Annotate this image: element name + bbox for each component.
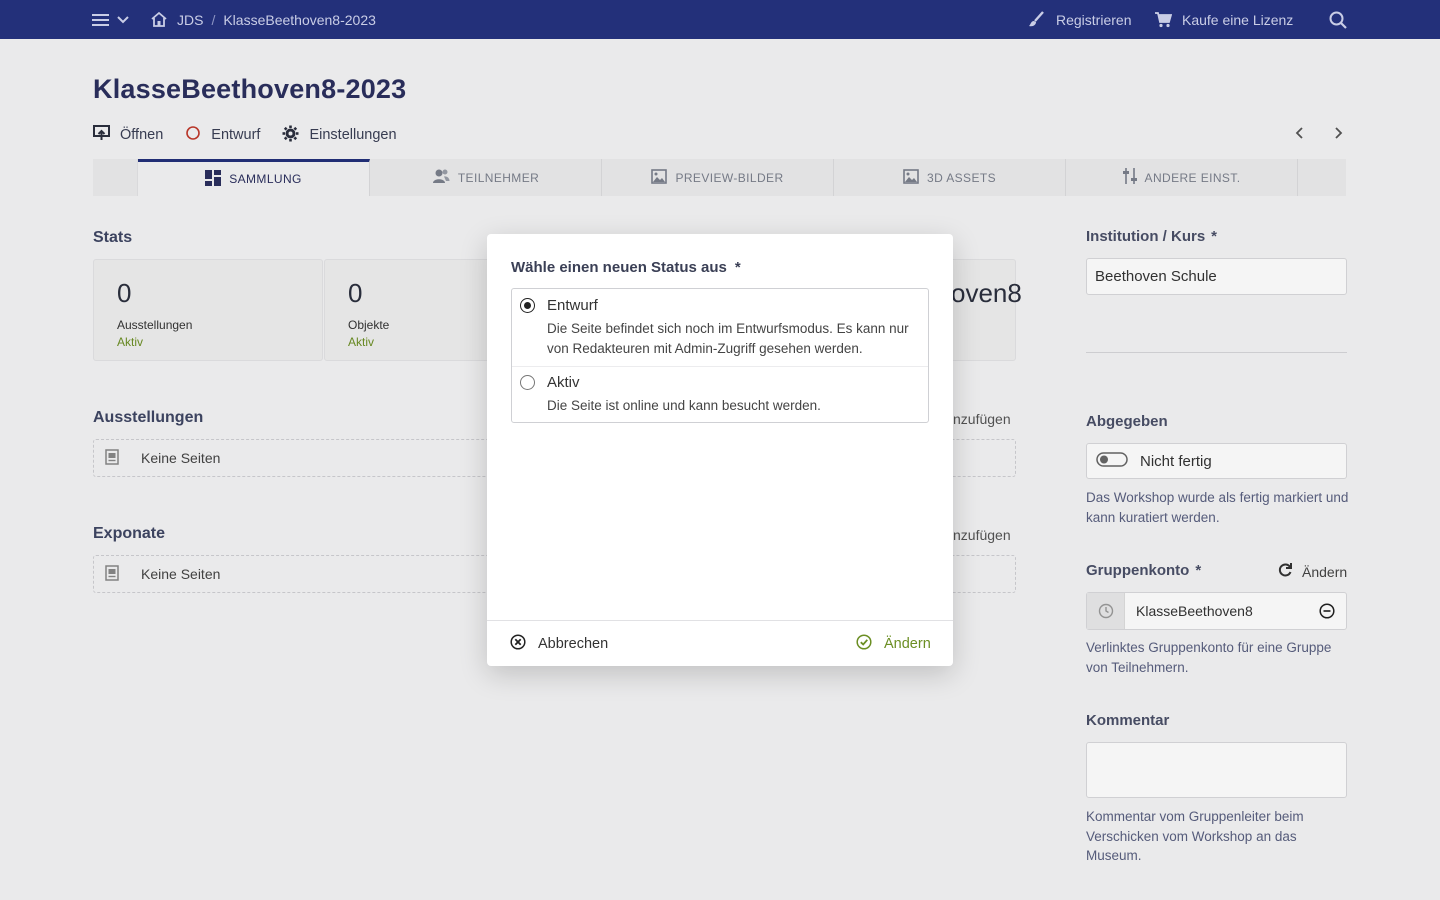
status-dialog: Wähle einen neuen Status aus * Entwurf Di…: [487, 234, 953, 666]
option-description: Die Seite befindet sich noch im Entwurfs…: [547, 321, 909, 356]
license-label: Kaufe eine Lizenz: [1182, 11, 1294, 28]
breadcrumb-separator: /: [211, 11, 216, 28]
breadcrumb-item-jds[interactable]: JDS: [177, 12, 203, 28]
radio-button[interactable]: [520, 298, 535, 313]
confirm-button[interactable]: Ändern: [856, 621, 931, 667]
option-description: Die Seite ist online und kann besucht we…: [547, 398, 821, 413]
top-navigation-bar: JDS / KlasseBeethoven8-2023 Registrieren…: [0, 0, 1440, 39]
cancel-circle-icon: [510, 634, 538, 654]
status-radio-group: Entwurf Die Seite befindet sich noch im …: [511, 288, 929, 423]
confirm-label: Ändern: [884, 636, 931, 652]
option-label: Entwurf: [547, 297, 598, 314]
status-option-entwurf[interactable]: Entwurf Die Seite befindet sich noch im …: [512, 289, 928, 366]
search-icon: [1329, 11, 1347, 29]
status-option-aktiv[interactable]: Aktiv Die Seite ist online und kann besu…: [512, 366, 928, 422]
buy-license-link[interactable]: Kaufe eine Lizenz: [1154, 0, 1293, 39]
radio-button[interactable]: [520, 375, 535, 390]
home-icon[interactable]: [150, 11, 168, 28]
required-marker: *: [734, 259, 741, 276]
cancel-button[interactable]: Abbrechen: [510, 621, 608, 667]
dialog-title: Wähle einen neuen Status aus *: [511, 259, 741, 276]
cart-icon: [1154, 11, 1172, 28]
hamburger-icon: [92, 12, 110, 28]
register-label: Registrieren: [1056, 11, 1132, 28]
register-link[interactable]: Registrieren: [1028, 0, 1131, 39]
menu-button[interactable]: [92, 0, 129, 39]
breadcrumb: JDS / KlasseBeethoven8-2023: [150, 0, 376, 39]
brush-icon: [1028, 11, 1045, 28]
dialog-title-text: Wähle einen neuen Status aus: [511, 259, 727, 276]
search-button[interactable]: [1329, 0, 1347, 39]
check-circle-icon: [856, 634, 884, 654]
breadcrumb-item-current[interactable]: KlasseBeethoven8-2023: [223, 12, 376, 28]
cancel-label: Abbrechen: [538, 636, 609, 652]
option-label: Aktiv: [547, 374, 580, 391]
chevron-down-icon: [117, 15, 129, 24]
dialog-footer: Abbrechen Ändern: [487, 620, 953, 666]
